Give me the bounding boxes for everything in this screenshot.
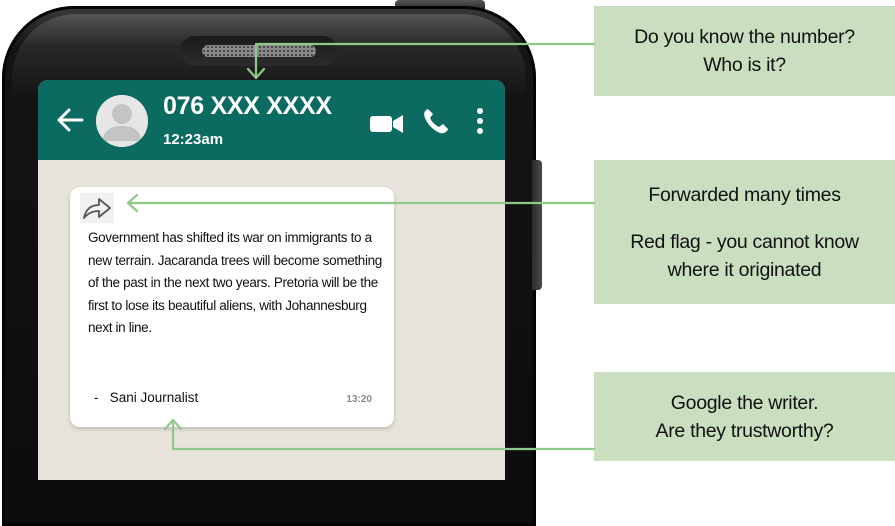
- message-bubble[interactable]: Government has shifted its war on immigr…: [70, 187, 394, 427]
- contact-name[interactable]: 076 XXX XXXX: [163, 92, 332, 121]
- annotation-forwarded-line2: Red flag - you cannot know: [630, 230, 859, 253]
- annotation-writer-line1: Google the writer.: [670, 391, 819, 414]
- avatar[interactable]: [96, 95, 148, 147]
- annotation-forwarded: Forwarded many times Red flag - you cann…: [594, 160, 895, 304]
- annotation-writer: Google the writer. Are they trustworthy?: [594, 372, 895, 461]
- annotation-number-line1: Do you know the number?: [634, 26, 855, 48]
- speaker-grill: [202, 45, 316, 57]
- message-text: Government has shifted its war on immigr…: [88, 230, 382, 335]
- phone-screen: 076 XXX XXXX 12:23am Government has shif…: [38, 80, 505, 480]
- phone-icon[interactable]: [422, 107, 450, 135]
- annotation-writer-line2: Are they trustworthy?: [655, 419, 834, 442]
- annotation-number: Do you know the number? Who is it?: [594, 6, 895, 96]
- user-avatar-icon: [96, 95, 148, 147]
- video-camera-icon[interactable]: [370, 113, 404, 135]
- annotation-spacer: [594, 209, 895, 228]
- annotation-number-line2: Who is it?: [703, 54, 786, 76]
- message-author: - Sani Journalist: [94, 390, 199, 405]
- message-time: 13:20: [346, 394, 372, 405]
- arrow-left-icon[interactable]: [54, 104, 86, 136]
- annotation-forwarded-line1: Forwarded many times: [648, 183, 841, 206]
- phone-side-button: [532, 160, 542, 290]
- chat-header: 076 XXX XXXX 12:23am: [38, 80, 505, 160]
- contact-last-seen: 12:23am: [163, 131, 224, 148]
- phone-speaker: [180, 36, 338, 66]
- more-vertical-icon[interactable]: [475, 107, 485, 135]
- annotation-forwarded-line3: where it originated: [667, 258, 822, 281]
- forwarded-arrow-icon: [80, 193, 114, 223]
